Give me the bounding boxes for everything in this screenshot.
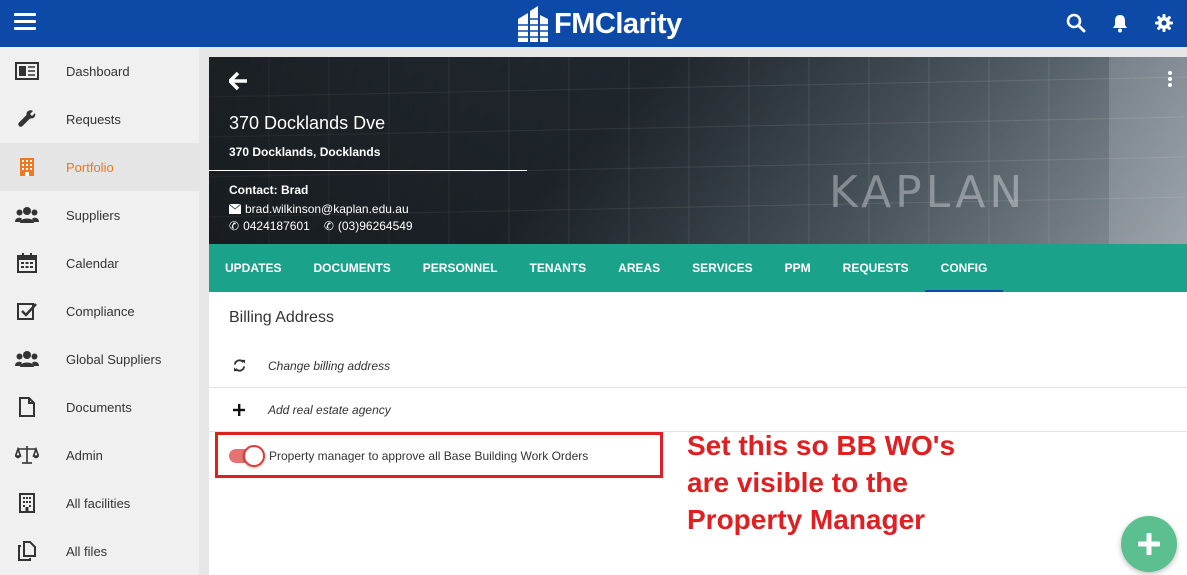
sidebar-item-label: All files <box>66 543 108 559</box>
sidebar-item-label: Admin <box>66 447 103 463</box>
tab-ppm[interactable]: PPM <box>769 244 827 292</box>
building-icon <box>14 492 40 514</box>
tab-requests[interactable]: REQUESTS <box>827 244 925 292</box>
more-options-icon[interactable] <box>1167 71 1173 87</box>
back-arrow-icon[interactable] <box>227 71 251 93</box>
top-actions <box>1065 12 1175 34</box>
brand-logo[interactable]: FMClarity <box>516 5 682 43</box>
scales-icon <box>14 444 40 466</box>
gear-icon[interactable] <box>1153 12 1175 34</box>
tab-updates[interactable]: UPDATES <box>209 244 297 292</box>
sidebar-item-suppliers[interactable]: Suppliers <box>0 191 199 239</box>
contact-phone-mobile[interactable]: 0424187601 <box>243 219 310 233</box>
sidebar-item-portfolio[interactable]: Portfolio <box>0 143 199 191</box>
sidebar-item-label: Documents <box>66 399 132 415</box>
add-real-estate-agency-button[interactable]: Add real estate agency <box>209 388 1187 432</box>
sidebar-item-label: Global Suppliers <box>66 351 162 367</box>
tab-personnel[interactable]: PERSONNEL <box>407 244 514 292</box>
document-icon <box>14 396 40 418</box>
contact-name: Contact: Brad <box>229 183 309 197</box>
brand-name: FMClarity <box>554 7 682 40</box>
add-fab-button[interactable] <box>1121 516 1177 572</box>
sidebar-item-global-suppliers[interactable]: Global Suppliers <box>0 335 199 383</box>
bell-icon[interactable] <box>1109 12 1131 34</box>
change-billing-address-label: Change billing address <box>268 358 391 373</box>
plus-icon <box>232 403 246 417</box>
phone-icon: ✆ <box>229 219 240 233</box>
sidebar-item-dashboard[interactable]: Dashboard <box>0 47 199 95</box>
calendar-icon <box>14 252 40 274</box>
pm-approval-label: Property manager to approve all Base Bui… <box>269 449 589 463</box>
annotation-note: Set this so BB WO's are visible to the P… <box>687 430 956 535</box>
tab-documents[interactable]: DOCUMENTS <box>297 244 406 292</box>
sidebar-item-label: Suppliers <box>66 207 121 223</box>
change-billing-address-button[interactable]: Change billing address <box>209 344 1187 388</box>
sidebar-item-label: Requests <box>66 111 121 127</box>
wrench-icon <box>14 108 40 130</box>
facility-card: KAPLAN 370 Docklands Dve 370 Docklands, … <box>209 57 1187 575</box>
facility-title: 370 Docklands Dve <box>229 113 386 133</box>
hamburger-menu-icon[interactable] <box>14 13 36 33</box>
sidebar-item-all-facilities[interactable]: All facilities <box>0 479 199 527</box>
section-title: Billing Address <box>229 309 334 326</box>
header-divider <box>209 170 527 171</box>
tab-services[interactable]: SERVICES <box>676 244 768 292</box>
users-icon <box>14 348 40 370</box>
sidebar-item-all-files[interactable]: All files <box>0 527 199 575</box>
sidebar-item-documents[interactable]: Documents <box>0 383 199 431</box>
background-sign: KAPLAN <box>829 167 1027 218</box>
contact-phone-row: ✆ 0424187601 ✆ (03)96264549 <box>229 219 413 233</box>
sidebar-item-label: Portfolio <box>66 159 114 175</box>
building-logo-icon <box>518 6 548 42</box>
top-app-bar: FMClarity <box>0 0 1187 47</box>
contact-phone-office[interactable]: (03)96264549 <box>338 219 413 233</box>
add-real-estate-agency-label: Add real estate agency <box>268 402 391 417</box>
contact-email-row: brad.wilkinson@kaplan.edu.au <box>229 202 409 216</box>
plus-icon <box>1138 533 1160 555</box>
tab-tenants[interactable]: TENANTS <box>513 244 602 292</box>
checkbox-icon <box>14 300 40 322</box>
pm-approval-setting: Property manager to approve all Base Bui… <box>229 445 588 467</box>
search-icon[interactable] <box>1065 12 1087 34</box>
sidebar-item-label: Compliance <box>66 303 135 319</box>
files-icon <box>14 540 40 562</box>
sidebar-item-label: All facilities <box>66 495 131 511</box>
phone-icon: ✆ <box>323 219 334 233</box>
sidebar-item-label: Dashboard <box>66 63 130 79</box>
facility-tabs: UPDATES DOCUMENTS PERSONNEL TENANTS AREA… <box>209 244 1187 292</box>
tab-areas[interactable]: AREAS <box>602 244 676 292</box>
sidebar-item-admin[interactable]: Admin <box>0 431 199 479</box>
building-icon <box>14 156 40 178</box>
dashboard-icon <box>14 60 40 82</box>
refresh-icon <box>232 359 246 373</box>
contact-email[interactable]: brad.wilkinson@kaplan.edu.au <box>245 202 409 216</box>
sidebar-item-label: Calendar <box>66 255 119 271</box>
users-icon <box>14 204 40 226</box>
sidebar-item-compliance[interactable]: Compliance <box>0 287 199 335</box>
tab-config[interactable]: CONFIG <box>924 244 1004 292</box>
pm-approval-toggle[interactable] <box>229 445 265 467</box>
envelope-icon <box>229 204 241 214</box>
facility-address: 370 Docklands, Docklands <box>229 145 381 159</box>
sidebar-item-requests[interactable]: Requests <box>0 95 199 143</box>
sidebar-item-calendar[interactable]: Calendar <box>0 239 199 287</box>
facility-header: KAPLAN 370 Docklands Dve 370 Docklands, … <box>209 57 1187 244</box>
sidebar-nav: Dashboard Requests Portfolio Suppliers C… <box>0 47 199 575</box>
